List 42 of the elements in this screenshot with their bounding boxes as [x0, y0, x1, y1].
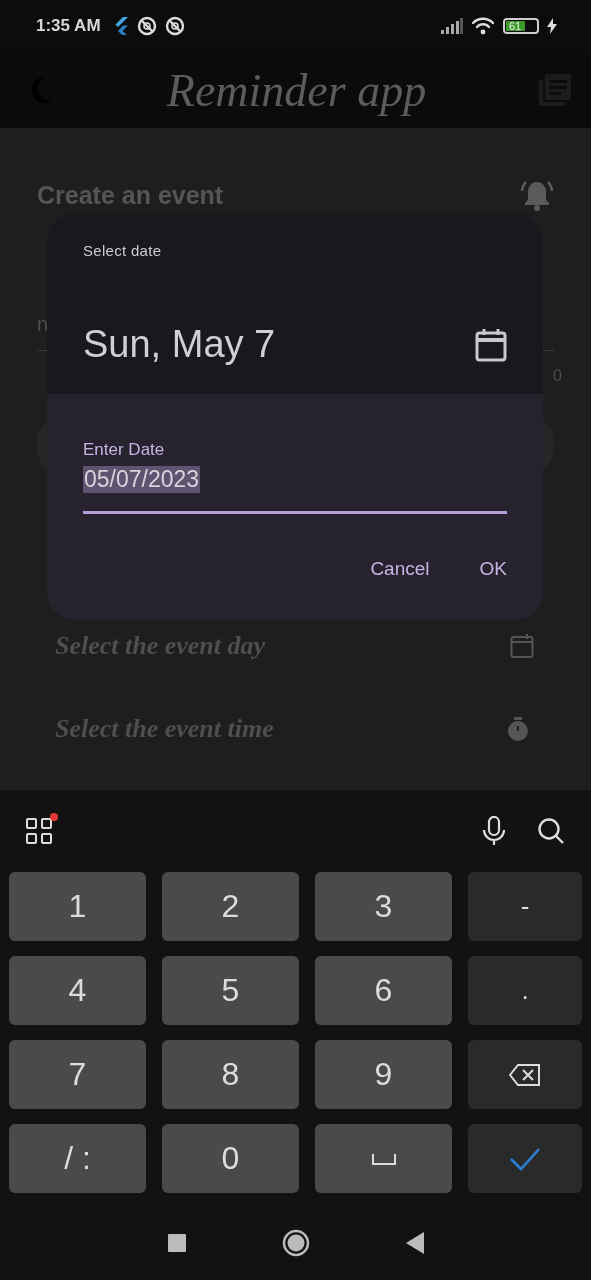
- keyboard-key[interactable]: 8: [162, 1040, 299, 1109]
- no-sign-icon: [164, 16, 185, 36]
- keyboard-key[interactable]: .: [468, 956, 582, 1025]
- keyboard-key[interactable]: -: [468, 872, 582, 941]
- grid-icon[interactable]: [26, 818, 52, 844]
- status-time: 1:35 AM: [36, 16, 101, 36]
- no-sign-icon: [136, 16, 157, 36]
- keyboard-key[interactable]: 2: [162, 872, 299, 941]
- battery-icon: 61: [503, 18, 539, 34]
- date-input-field[interactable]: Enter Date 05/07/2023: [83, 440, 507, 514]
- stopwatch-icon: [506, 716, 530, 742]
- dialog-button[interactable]: OK: [465, 550, 521, 588]
- selected-date: Sun, May 7: [83, 323, 276, 366]
- keyboard-key[interactable]: 3: [315, 872, 452, 941]
- keyboard-key[interactable]: 9: [315, 1040, 452, 1109]
- back-icon[interactable]: [405, 1232, 424, 1254]
- space-icon: [371, 1152, 396, 1165]
- checkmark-icon: [509, 1146, 541, 1171]
- microphone-icon[interactable]: [481, 816, 507, 846]
- home-icon[interactable]: [281, 1229, 310, 1257]
- square-icon[interactable]: [167, 1234, 186, 1252]
- field-label: Enter Date: [83, 440, 165, 460]
- signal-icon: [441, 18, 463, 34]
- bell-icon[interactable]: [520, 178, 554, 212]
- keyboard-key[interactable]: 7: [9, 1040, 146, 1109]
- keyboard-key[interactable]: 0: [162, 1124, 299, 1193]
- backspace-icon: [509, 1063, 541, 1086]
- keyboard-key[interactable]: 4: [9, 956, 146, 1025]
- keyboard-key[interactable]: 5: [162, 956, 299, 1025]
- dialog-button[interactable]: Cancel: [356, 550, 444, 588]
- keyboard-key[interactable]: 6: [315, 956, 452, 1025]
- app-title: Reminder app: [165, 63, 428, 117]
- search-icon[interactable]: [537, 817, 565, 845]
- keyboard-key[interactable]: [468, 1040, 582, 1109]
- charging-bolt-icon: [547, 18, 557, 34]
- calendar-icon[interactable]: [475, 327, 507, 362]
- wifi-icon: [471, 17, 495, 35]
- keyboard-key[interactable]: / :: [9, 1124, 146, 1193]
- calendar-icon: [510, 633, 534, 659]
- field-value: 05/07/2023: [83, 466, 201, 493]
- keyboard-key[interactable]: 1: [9, 872, 146, 941]
- dialog-title: Select date: [83, 242, 163, 259]
